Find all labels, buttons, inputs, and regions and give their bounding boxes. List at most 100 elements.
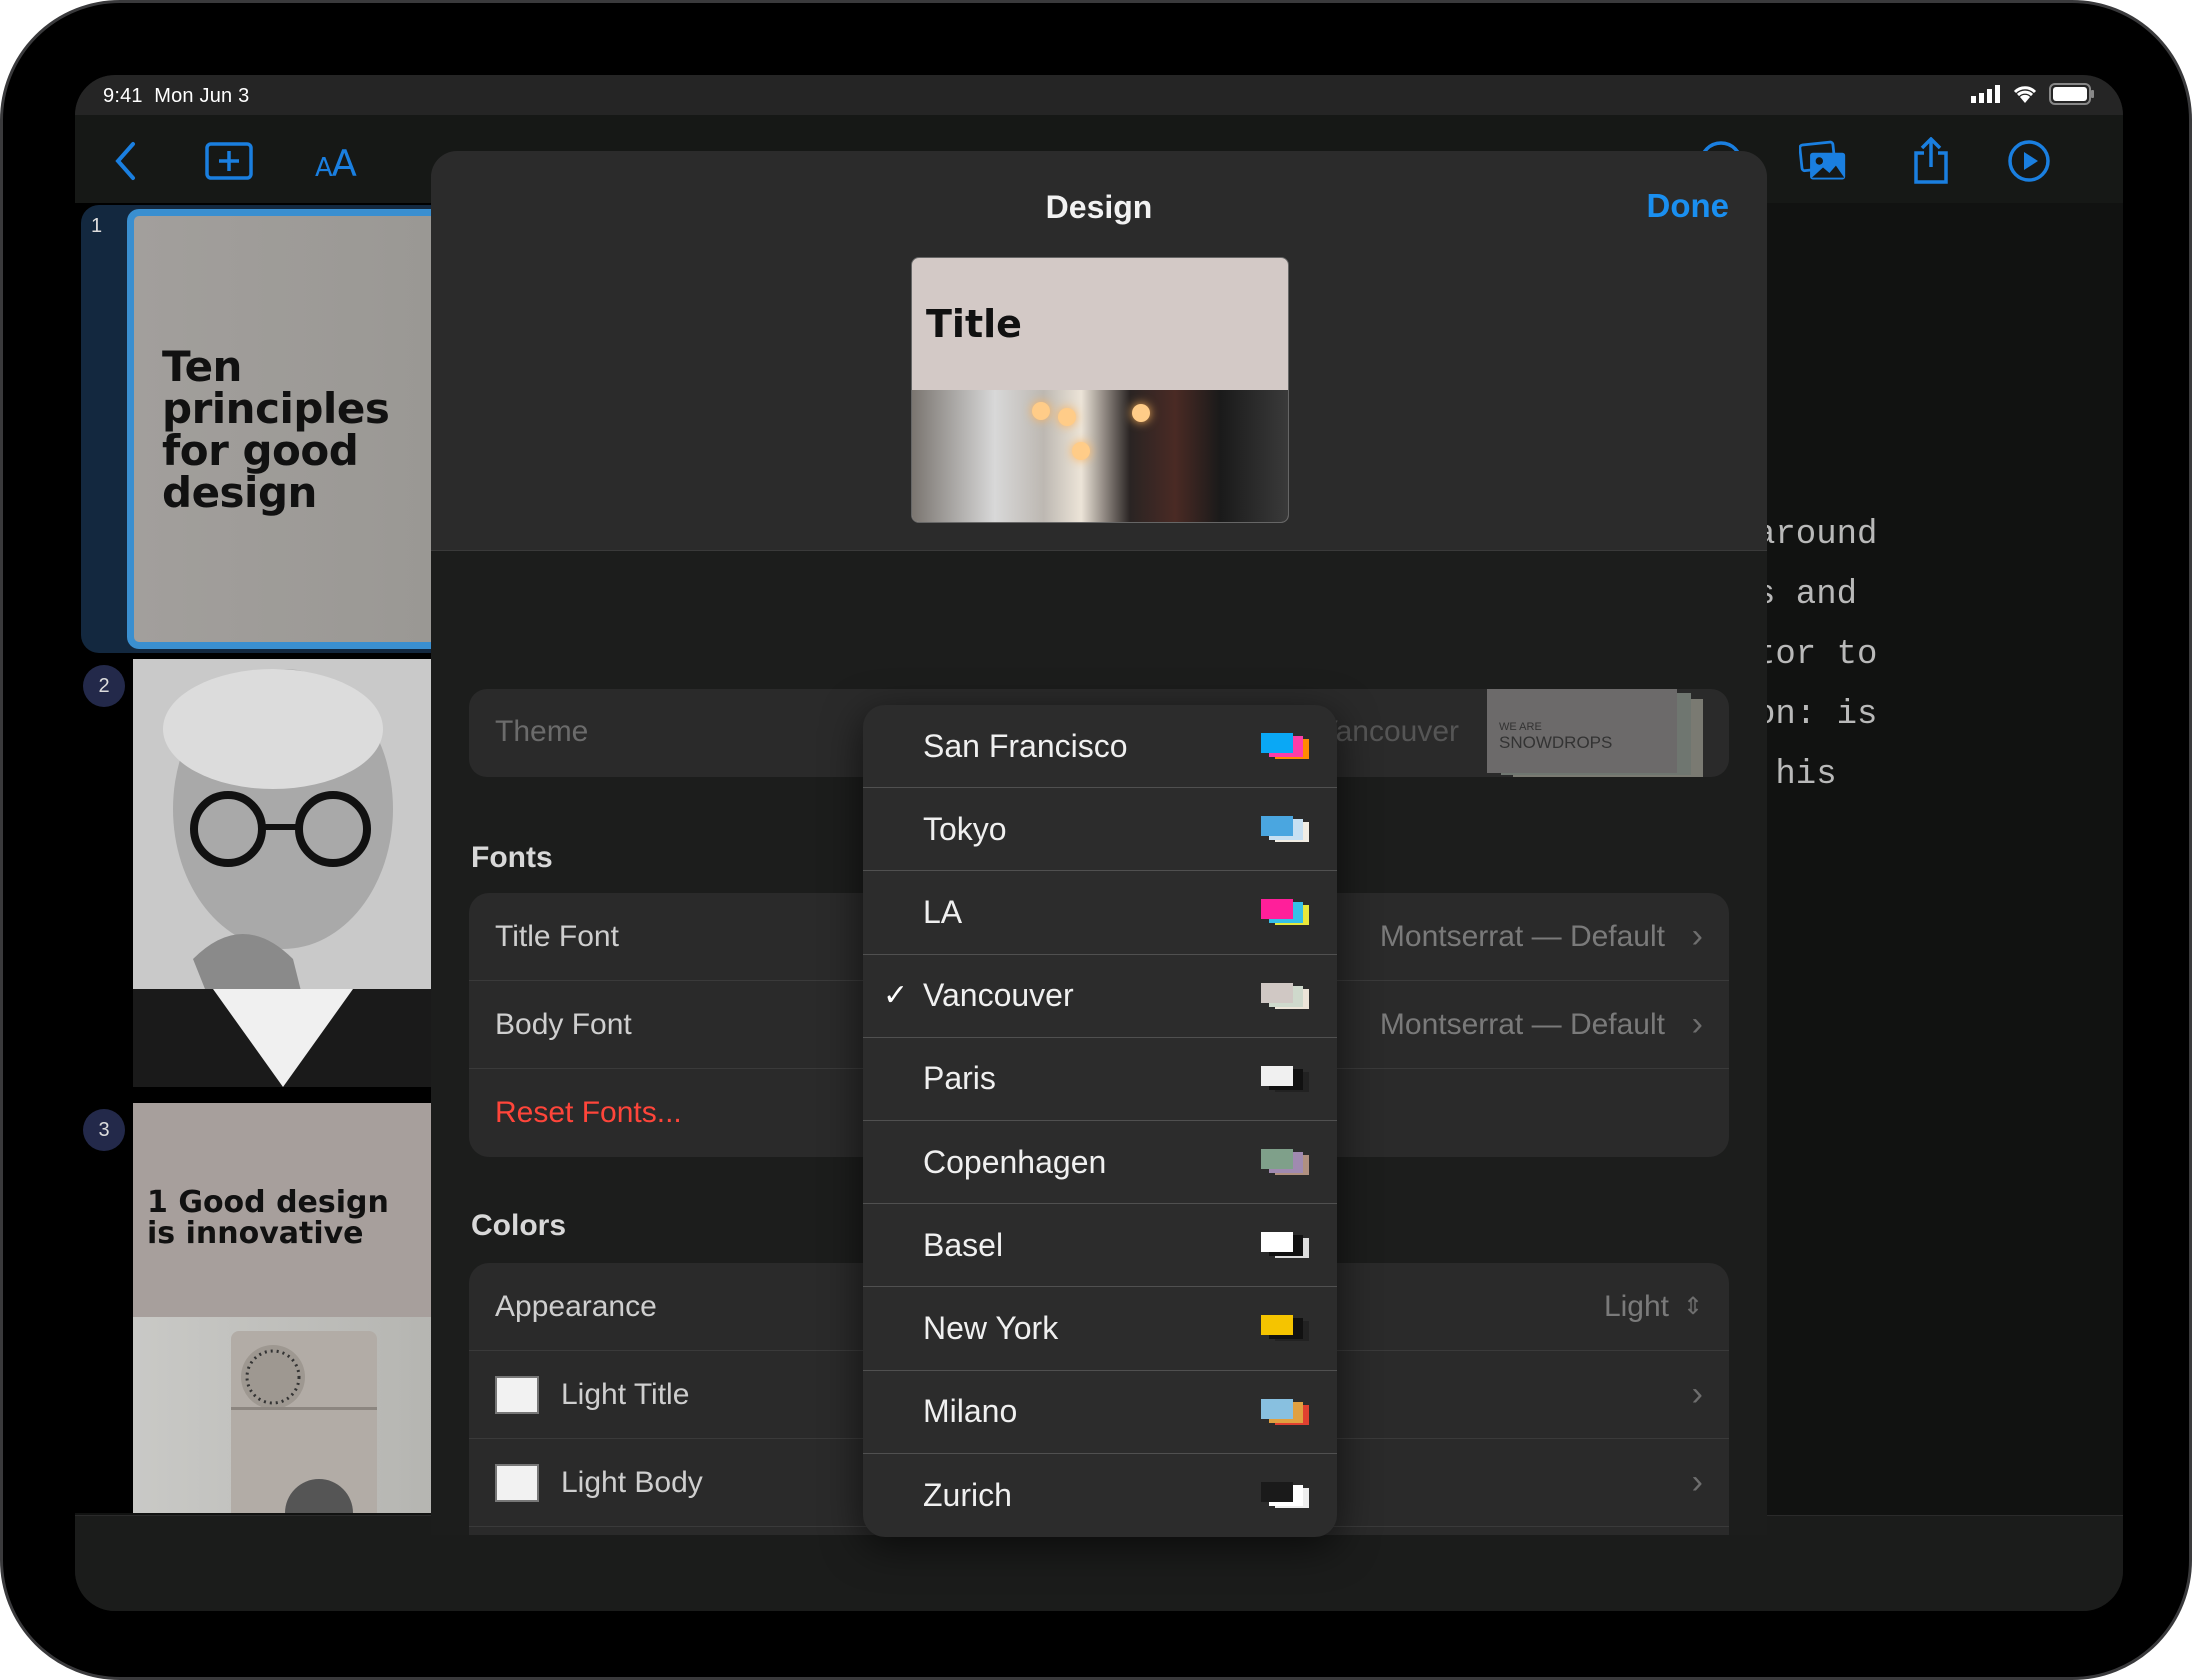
up-down-chevron-icon: ⇕ xyxy=(1682,1293,1703,1320)
body-line: s and xyxy=(1755,576,1858,614)
svg-text:A: A xyxy=(315,153,333,181)
slide-thumbnail-1[interactable]: Ten principles for good design xyxy=(127,209,435,649)
theme-thumbnail-icon xyxy=(1261,816,1309,843)
theme-menu-item-zurich[interactable]: Zurich xyxy=(863,1454,1337,1537)
battery-icon xyxy=(2049,83,2094,105)
cellular-signal-icon xyxy=(1971,85,2000,103)
theme-menu-item-basel[interactable]: Basel xyxy=(863,1204,1337,1288)
color-swatch xyxy=(495,1463,539,1502)
play-circle-icon xyxy=(2008,140,2050,182)
fonts-section-label: Fonts xyxy=(471,841,553,874)
radio-photo xyxy=(133,1317,435,1513)
slide-1-title: Ten principles for good design xyxy=(162,342,390,517)
media-button[interactable] xyxy=(1799,139,1847,183)
theme-menu-item-copenhagen[interactable]: Copenhagen xyxy=(863,1121,1337,1205)
chevron-right-icon: › xyxy=(1691,917,1703,955)
theme-name: Vancouver xyxy=(923,977,1074,1014)
appearance-value: Light xyxy=(1603,1289,1669,1323)
status-clock: 9:41 xyxy=(103,85,143,107)
preview-photo xyxy=(912,390,1288,522)
theme-menu-item-san-francisco[interactable]: San Francisco xyxy=(863,705,1337,789)
light-title-label: Light Title xyxy=(561,1377,690,1411)
lamp-light xyxy=(1132,404,1150,422)
theme-label: Theme xyxy=(495,715,589,748)
theme-thumbnail-icon xyxy=(1261,982,1309,1009)
theme-name: Copenhagen xyxy=(923,1143,1107,1180)
theme-thumbnail-icon xyxy=(1261,1149,1309,1176)
thumb-large-text: SNOWDROPS xyxy=(1499,733,1613,752)
colors-section-label: Colors xyxy=(471,1209,567,1242)
share-icon xyxy=(1914,137,1948,184)
theme-thumbnail-icon xyxy=(1261,1398,1309,1425)
body-font-value: Montserrat — Default xyxy=(1379,1007,1665,1041)
slide-thumbnail-2[interactable] xyxy=(133,659,435,1087)
chevron-right-icon: › xyxy=(1691,1463,1703,1501)
lamp-light xyxy=(1072,442,1090,460)
theme-name: Zurich xyxy=(923,1476,1012,1513)
theme-value: Vancouver xyxy=(1317,715,1459,748)
svg-text:A: A xyxy=(332,142,357,181)
add-slide-icon xyxy=(205,142,253,180)
chevron-right-icon: › xyxy=(1691,1005,1703,1043)
theme-thumbnail: WE ARE SNOWDROPS xyxy=(1487,689,1703,777)
theme-name: San Francisco xyxy=(923,727,1128,764)
theme-menu-item-tokyo[interactable]: Tokyo xyxy=(863,788,1337,872)
color-swatch xyxy=(495,1375,539,1414)
theme-menu-item-la[interactable]: LA xyxy=(863,871,1337,955)
title-font-label: Title Font xyxy=(495,919,619,953)
sheet-header: Design Done Title xyxy=(431,151,1767,551)
title-font-value: Montserrat — Default xyxy=(1379,919,1665,953)
light-body-label: Light Body xyxy=(561,1465,703,1499)
theme-menu-item-milano[interactable]: Milano xyxy=(863,1371,1337,1454)
reset-fonts-label: Reset Fonts... xyxy=(495,1096,682,1129)
status-indicators xyxy=(1971,83,2095,105)
body-line: tor to xyxy=(1755,636,1878,674)
theme-thumbnail-icon xyxy=(1261,899,1309,926)
theme-thumbnail-icon xyxy=(1261,1315,1309,1342)
chevron-right-icon: › xyxy=(1691,1375,1703,1413)
screen: 9:41 Mon Jun 3 AA 10 Principles for good… xyxy=(75,75,2123,1611)
done-button[interactable]: Done xyxy=(1647,187,1730,225)
ipad-device-frame: 9:41 Mon Jun 3 AA 10 Principles for good… xyxy=(0,0,2192,1680)
theme-name: Basel xyxy=(923,1226,1004,1263)
appearance-label: Appearance xyxy=(495,1289,657,1323)
portrait-photo xyxy=(133,659,435,1087)
theme-thumbnail-icon xyxy=(1261,1232,1309,1259)
theme-thumbnail-icon xyxy=(1261,1065,1309,1092)
slide-navigator: 1 Ten principles for good design 2 3 1 G… xyxy=(75,203,435,1513)
slide-3-title: 1 Good design is innovative xyxy=(147,1185,389,1251)
theme-thumbnail-icon xyxy=(1261,1482,1309,1509)
slide-number-2: 2 xyxy=(83,665,125,707)
theme-name: New York xyxy=(923,1309,1059,1346)
body-line: around xyxy=(1755,516,1878,554)
lamp-light xyxy=(1032,402,1050,420)
theme-name: Paris xyxy=(923,1060,996,1097)
share-button[interactable] xyxy=(1907,137,1955,184)
theme-name: Milano xyxy=(923,1393,1018,1430)
theme-menu-item-vancouver[interactable]: ✓ Vancouver xyxy=(863,955,1337,1038)
lamp-light xyxy=(1058,408,1076,426)
status-date: Mon Jun 3 xyxy=(154,85,250,107)
slide-body-text: around s and tor to on: is his xyxy=(1755,505,1877,805)
play-button[interactable] xyxy=(2005,139,2053,183)
sheet-title: Design xyxy=(1045,189,1153,225)
theme-menu-item-paris[interactable]: Paris xyxy=(863,1038,1337,1121)
slide-number-1: 1 xyxy=(91,215,103,237)
theme-preview[interactable]: Title xyxy=(911,257,1289,523)
theme-name: Tokyo xyxy=(923,810,1007,847)
format-button[interactable]: AA xyxy=(315,139,363,183)
add-slide-button[interactable] xyxy=(205,139,253,183)
theme-menu: San Francisco Tokyo LA ✓ Vancouver Paris Copen… xyxy=(863,705,1337,1537)
wifi-icon xyxy=(2013,86,2037,103)
body-font-label: Body Font xyxy=(495,1007,632,1041)
slide-thumbnail-3[interactable]: 1 Good design is innovative xyxy=(133,1103,435,1513)
status-time: 9:41 Mon Jun 3 xyxy=(103,85,249,108)
chevron-left-icon xyxy=(115,142,135,180)
theme-menu-item-new-york[interactable]: New York xyxy=(863,1287,1337,1371)
body-line: on: is xyxy=(1755,696,1878,734)
slide-number-3: 3 xyxy=(83,1109,125,1151)
photo-icon xyxy=(1799,140,1846,180)
back-button[interactable] xyxy=(101,139,149,183)
theme-thumbnail-icon xyxy=(1261,733,1309,760)
text-format-icon: AA xyxy=(315,142,357,181)
